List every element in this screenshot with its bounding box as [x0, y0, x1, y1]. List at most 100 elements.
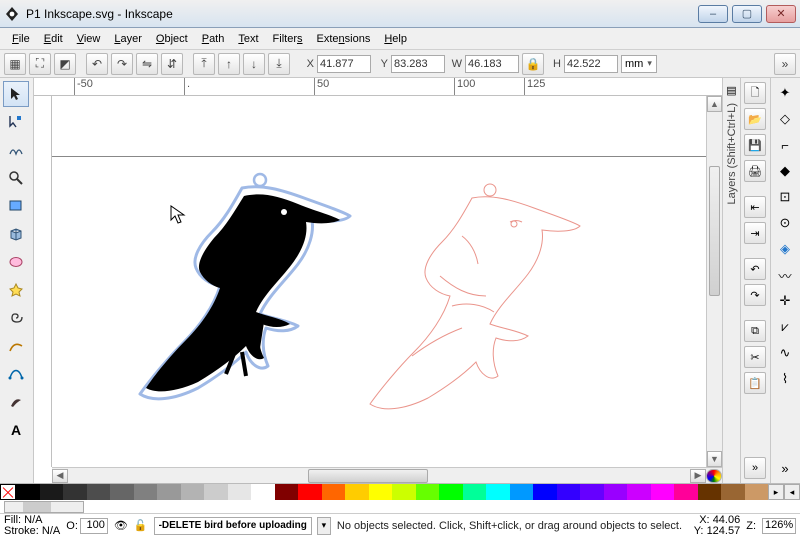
color-managed-icon[interactable] [706, 469, 722, 483]
cut-button[interactable]: ✂ [744, 346, 766, 368]
select-all-layers-button[interactable]: ▦ [4, 53, 26, 75]
snap-corner-button[interactable]: ◆ [774, 160, 796, 182]
flip-v-button[interactable]: ⇵ [161, 53, 183, 75]
stroke-value[interactable]: N/A [42, 525, 60, 537]
color-swatch[interactable] [392, 484, 416, 500]
color-swatch[interactable] [228, 484, 252, 500]
unit-select[interactable]: mm [621, 55, 657, 73]
open-button[interactable]: 📂 [744, 108, 766, 130]
layer-select[interactable]: -DELETE bird before uploading [154, 517, 312, 535]
color-swatch[interactable] [40, 484, 64, 500]
w-input[interactable]: 46.183 [465, 55, 519, 73]
close-button[interactable]: ✕ [766, 5, 796, 23]
no-fill-swatch[interactable] [0, 484, 16, 500]
color-swatch[interactable] [134, 484, 158, 500]
scroll-right-button[interactable]: ▶ [690, 469, 706, 483]
color-swatch[interactable] [604, 484, 628, 500]
snap-enable-button[interactable]: ✦ [774, 82, 796, 104]
new-doc-button[interactable]: 🗋 [744, 82, 766, 104]
scroll-down-button[interactable]: ▼ [707, 451, 722, 467]
selector-tool[interactable] [3, 81, 29, 107]
snap-smooth-button[interactable]: ∿ [774, 342, 796, 364]
color-swatch[interactable] [580, 484, 604, 500]
snap-cusp-button[interactable]: ⩗ [774, 316, 796, 338]
lower-bottom-button[interactable]: ⤓ [268, 53, 290, 75]
color-swatch[interactable] [557, 484, 581, 500]
lock-icon[interactable]: 🔒 [522, 53, 544, 75]
dock-layers[interactable]: ▤ Layers (Shift+Ctrl+L) [722, 78, 740, 483]
color-swatch[interactable] [322, 484, 346, 500]
snap-overflow-button[interactable]: » [774, 457, 796, 479]
export-button[interactable]: ⇥ [744, 222, 766, 244]
color-swatch[interactable] [157, 484, 181, 500]
vertical-scrollbar[interactable]: ▲ ▼ [706, 96, 722, 467]
color-swatch[interactable] [204, 484, 228, 500]
flip-h-button[interactable]: ⇋ [136, 53, 158, 75]
raise-top-button[interactable]: ⤒ [193, 53, 215, 75]
menu-edit[interactable]: Edit [38, 31, 69, 47]
canvas[interactable] [52, 96, 706, 467]
menu-help[interactable]: Help [378, 31, 413, 47]
snap-bbox-button[interactable]: ◇ [774, 108, 796, 130]
snap-midpoint-button[interactable]: ⊡ [774, 186, 796, 208]
palette-menu-button[interactable]: ◂ [784, 484, 800, 500]
color-swatch[interactable] [369, 484, 393, 500]
rotate-cw-button[interactable]: ↷ [111, 53, 133, 75]
scroll-thumb[interactable] [709, 166, 720, 296]
y-input[interactable]: 83.283 [391, 55, 445, 73]
color-swatch[interactable] [721, 484, 745, 500]
color-swatch[interactable] [110, 484, 134, 500]
copy-button[interactable]: ⧉ [744, 320, 766, 342]
redo-button[interactable]: ↷ [744, 284, 766, 306]
color-swatch[interactable] [63, 484, 87, 500]
h-input[interactable]: 42.522 [564, 55, 618, 73]
color-swatch[interactable] [463, 484, 487, 500]
snap-edge-button[interactable]: ⌐ [774, 134, 796, 156]
bezier-tool[interactable] [3, 361, 29, 387]
node-tool[interactable] [3, 109, 29, 135]
color-swatch[interactable] [627, 484, 651, 500]
color-swatch[interactable] [510, 484, 534, 500]
color-swatch[interactable] [533, 484, 557, 500]
color-swatch[interactable] [486, 484, 510, 500]
scroll-up-button[interactable]: ▲ [707, 96, 722, 112]
menu-path[interactable]: Path [196, 31, 231, 47]
commands-overflow-button[interactable]: » [744, 457, 766, 479]
deselect-button[interactable]: ◩ [54, 53, 76, 75]
opacity-input[interactable]: 100 [80, 518, 108, 534]
rotate-ccw-button[interactable]: ↶ [86, 53, 108, 75]
snap-line-button[interactable]: ⌇ [774, 368, 796, 390]
color-swatch[interactable] [87, 484, 111, 500]
rect-tool[interactable] [3, 193, 29, 219]
pencil-tool[interactable] [3, 333, 29, 359]
menu-filters[interactable]: Filters [267, 31, 309, 47]
layer-select-arrow[interactable]: ▾ [317, 517, 331, 535]
color-swatch[interactable] [298, 484, 322, 500]
color-swatch[interactable] [416, 484, 440, 500]
horizontal-scrollbar[interactable]: ◀ ▶ [52, 467, 722, 483]
scroll-left-button[interactable]: ◀ [52, 469, 68, 483]
color-swatch[interactable] [439, 484, 463, 500]
color-swatch[interactable] [651, 484, 675, 500]
palette-scrollbar[interactable] [4, 501, 84, 513]
layer-lock-icon[interactable]: 🔓 [134, 519, 148, 532]
minimize-button[interactable]: – [698, 5, 728, 23]
star-tool[interactable] [3, 277, 29, 303]
select-all-button[interactable]: ⛶ [29, 53, 51, 75]
layer-visibility-icon[interactable]: 👁 [114, 519, 128, 532]
lower-button[interactable]: ↓ [243, 53, 265, 75]
save-button[interactable]: 💾 [744, 134, 766, 156]
color-swatch[interactable] [745, 484, 769, 500]
snap-center-button[interactable]: ⊙ [774, 212, 796, 234]
raise-button[interactable]: ↑ [218, 53, 240, 75]
snap-path-button[interactable]: 〰 [774, 264, 796, 286]
toolbar-overflow-button[interactable]: » [774, 53, 796, 75]
color-swatch[interactable] [674, 484, 698, 500]
menu-text[interactable]: Text [232, 31, 264, 47]
vertical-ruler[interactable] [34, 96, 52, 467]
zoom-input[interactable]: 126% [762, 518, 796, 534]
snap-node-button[interactable]: ◈ [774, 238, 796, 260]
horizontal-ruler[interactable]: -50 . 50 100 125 [34, 78, 722, 96]
color-swatch[interactable] [345, 484, 369, 500]
color-swatch[interactable] [698, 484, 722, 500]
